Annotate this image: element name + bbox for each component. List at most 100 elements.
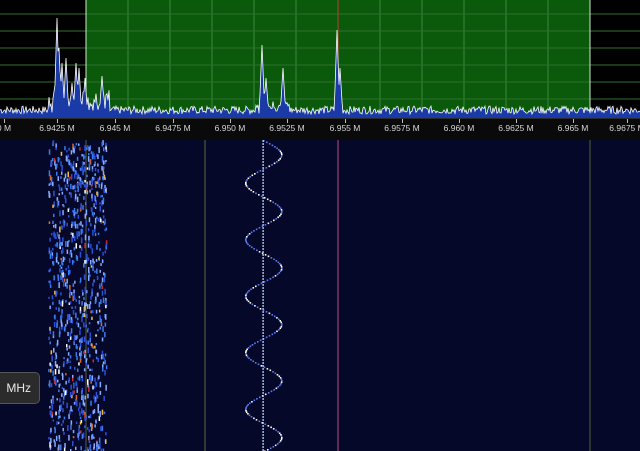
waterfall-pixel <box>246 291 249 294</box>
waterfall-pixel <box>248 290 250 292</box>
waterfall-pixel <box>82 313 84 318</box>
waterfall-pixel <box>76 387 78 390</box>
waterfall-pixel <box>249 302 252 304</box>
waterfall-pixel <box>281 267 283 270</box>
waterfall-pixel <box>63 432 65 435</box>
waterfall-pixel <box>262 164 264 166</box>
waterfall-pixel <box>48 170 51 177</box>
waterfall-pixel <box>279 207 282 210</box>
waterfall-pixel <box>64 146 66 151</box>
waterfall-pixel <box>262 359 264 361</box>
waterfall-pixel <box>99 269 101 273</box>
waterfall-pixel <box>77 322 80 328</box>
waterfall-pixel <box>61 269 63 273</box>
waterfall-pixel <box>276 317 278 319</box>
waterfall-pixel <box>262 422 264 424</box>
waterfall-pixel <box>101 277 104 283</box>
waterfall-pixel <box>79 411 81 416</box>
waterfall-pixel <box>54 356 57 361</box>
waterfall-pixel <box>52 331 55 337</box>
waterfall-pixel <box>94 300 97 304</box>
waterfall-pixel <box>78 231 80 237</box>
waterfall-pixel <box>76 234 79 240</box>
waterfall-pixel <box>94 206 97 209</box>
waterfall-pixel <box>93 177 96 181</box>
waterfall-pixel <box>72 166 74 171</box>
frequency-unit-pill[interactable]: MHz <box>0 372 40 404</box>
waterfall-pixel <box>105 432 107 436</box>
waterfall-pixel <box>245 239 247 241</box>
waterfall-pixel <box>89 444 92 448</box>
waterfall-pixel <box>262 194 264 196</box>
waterfall-pixel <box>50 399 53 404</box>
waterfall-pixel <box>83 351 85 355</box>
waterfall-pixel <box>102 252 104 256</box>
waterfall-pixel <box>70 424 72 430</box>
waterfall-pixel <box>65 155 68 161</box>
waterfall-pixel <box>245 351 247 354</box>
waterfall-pixel <box>87 347 89 354</box>
waterfall-pixel <box>56 171 58 176</box>
waterfall-pixel <box>67 265 70 269</box>
waterfall-pixel <box>52 140 55 144</box>
waterfall-pixel <box>78 424 81 429</box>
spectrum-display[interactable] <box>0 0 640 118</box>
waterfall-pixel <box>254 362 257 364</box>
waterfall-pixel <box>56 163 58 168</box>
waterfall-pixel <box>81 433 84 439</box>
waterfall-pixel <box>93 164 96 167</box>
waterfall-pixel <box>245 237 247 240</box>
waterfall-pixel <box>262 161 264 163</box>
waterfall-pixel <box>83 336 86 343</box>
waterfall-pixel <box>91 248 94 254</box>
scale-label: 0 M <box>0 123 12 133</box>
waterfall-pixel <box>60 423 63 427</box>
waterfall-pixel <box>83 184 86 188</box>
waterfall-pixel <box>75 352 78 357</box>
waterfall-pixel <box>96 275 99 281</box>
waterfall-pixel <box>79 251 82 258</box>
waterfall-pixel <box>262 386 264 388</box>
waterfall-pixel <box>53 275 55 281</box>
waterfall-pixel <box>66 278 68 284</box>
waterfall-pixel <box>247 177 250 180</box>
waterfall-pixel <box>69 355 72 359</box>
waterfall-pixel <box>60 315 62 320</box>
waterfall-pixel <box>89 304 91 310</box>
waterfall-pixel <box>70 420 73 425</box>
waterfall-pixel <box>78 299 81 305</box>
waterfall-pixel <box>63 357 65 360</box>
waterfall-pixel <box>262 446 264 448</box>
waterfall-pixel <box>58 444 60 450</box>
waterfall-pixel <box>78 362 80 366</box>
waterfall-pixel <box>262 308 264 310</box>
waterfall-pixel <box>248 414 251 417</box>
waterfall-pixel <box>91 187 93 190</box>
waterfall-pixel <box>90 151 93 155</box>
waterfall-pixel <box>70 405 72 412</box>
waterfall-display[interactable] <box>0 140 640 451</box>
waterfall-pixel <box>89 145 91 151</box>
scale-label: 6.9525 M <box>269 123 305 133</box>
waterfall-pixel <box>97 169 99 173</box>
waterfall-pixel <box>262 410 264 412</box>
waterfall-pixel <box>84 167 86 172</box>
frequency-scale[interactable]: 0 M 6.9425 M 6.945 M 6.9475 M 6.950 M 6.… <box>0 118 640 141</box>
waterfall-pixel <box>67 425 69 431</box>
waterfall-pixel <box>51 162 53 166</box>
waterfall-pixel <box>102 166 105 170</box>
waterfall-pixel <box>280 152 283 154</box>
waterfall-pixel <box>53 201 55 205</box>
waterfall-pixel <box>86 183 88 189</box>
waterfall-pixel <box>262 392 264 394</box>
waterfall-pixel <box>101 166 103 171</box>
waterfall-pixel <box>98 147 100 154</box>
waterfall-pixel <box>262 398 264 400</box>
waterfall-pixel <box>79 277 82 282</box>
waterfall-pixel <box>262 200 264 202</box>
waterfall-pixel <box>68 339 70 343</box>
waterfall-pixel <box>101 259 104 264</box>
waterfall-pixel <box>262 335 264 337</box>
waterfall-pixel <box>58 384 60 388</box>
waterfall-pixel <box>101 409 104 415</box>
